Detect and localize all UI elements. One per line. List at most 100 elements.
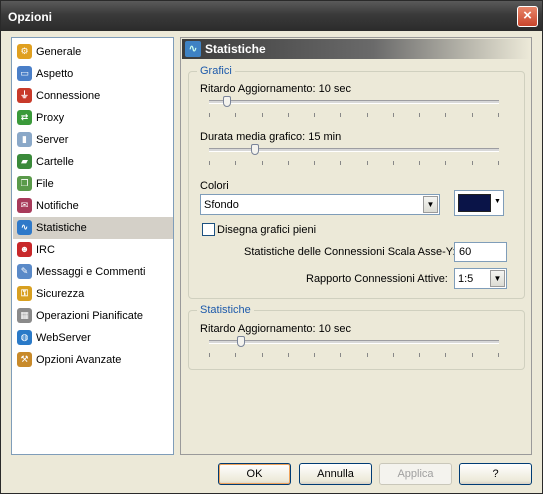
sidebar-item-connessione[interactable]: ⏚ Connessione xyxy=(13,85,173,107)
stats-refresh-slider[interactable] xyxy=(209,336,499,362)
slider-tick xyxy=(445,353,446,357)
slider-tick xyxy=(262,113,263,117)
sidebar-item-label: Server xyxy=(36,134,69,146)
slider-tick xyxy=(367,161,368,165)
lock-icon: ⚿ xyxy=(17,286,32,301)
sidebar-item-label: IRC xyxy=(36,244,55,256)
title-bar[interactable]: Opzioni × xyxy=(1,1,542,31)
monitor-icon: ▭ xyxy=(17,66,32,81)
sidebar-item-label: Notifiche xyxy=(36,200,79,212)
sidebar-item-label: Operazioni Pianificate xyxy=(36,310,144,322)
globe-icon: ◍ xyxy=(17,330,32,345)
sidebar-item-label: Statistiche xyxy=(36,222,87,234)
slider-thumb[interactable] xyxy=(223,96,231,107)
slider-tick xyxy=(367,113,368,117)
sidebar-item-irc[interactable]: ☻ IRC xyxy=(13,239,173,261)
colors-label: Colori xyxy=(200,180,229,192)
fill-graphs-checkbox[interactable] xyxy=(202,223,215,236)
colors-select[interactable]: Sfondo ▼ xyxy=(200,194,440,215)
color-picker-button[interactable]: ▼ xyxy=(454,190,504,216)
active-ratio-value: 1:5 xyxy=(458,273,474,285)
chevron-down-icon[interactable]: ▼ xyxy=(423,196,438,213)
slider-tick xyxy=(340,113,341,117)
slider-tick xyxy=(419,353,420,357)
slider-tick xyxy=(340,161,341,165)
sidebar-list: ⚙ Generale ▭ Aspetto ⏚ Connessione ⇄ Proxy ▮ Serv… xyxy=(11,37,174,455)
statistics-icon: ∿ xyxy=(17,220,32,235)
slider-tick xyxy=(314,353,315,357)
slider-tick xyxy=(393,353,394,357)
active-ratio-label: Rapporto Connessioni Attive: xyxy=(306,273,448,285)
graph-duration-label: Durata media grafico: 15 min xyxy=(200,131,342,143)
chevron-down-icon[interactable]: ▼ xyxy=(490,270,505,287)
notification-icon: ✉ xyxy=(17,198,32,213)
y-axis-scale-label: Statistiche delle Connessioni Scala Asse… xyxy=(244,246,456,258)
sidebar-item-server[interactable]: ▮ Server xyxy=(13,129,173,151)
statistiche-group: Statistiche Ritardo Aggiornamento: 10 se… xyxy=(188,304,525,370)
y-axis-scale-field[interactable] xyxy=(455,243,506,261)
slider-tick xyxy=(498,161,499,165)
sidebar-item-label: Sicurezza xyxy=(36,288,85,300)
apply-button[interactable]: Applica xyxy=(379,463,452,485)
sidebar-item-label: Opzioni Avanzate xyxy=(36,354,122,366)
sidebar-item-label: Generale xyxy=(36,46,82,58)
slider-tick xyxy=(419,113,420,117)
slider-tick xyxy=(209,161,210,165)
slider-tick xyxy=(288,113,289,117)
refresh-delay-slider[interactable] xyxy=(209,96,499,122)
graph-duration-slider[interactable] xyxy=(209,144,499,170)
sidebar-item-label: Proxy xyxy=(36,112,65,124)
close-button[interactable]: × xyxy=(517,6,538,27)
fill-graphs-label: Disegna grafici pieni xyxy=(217,224,317,236)
slider-tick xyxy=(235,353,236,357)
sidebar-item-file[interactable]: ❐ File xyxy=(13,173,173,195)
sidebar-item-opzioni-avanzate[interactable]: ⚒ Opzioni Avanzate xyxy=(13,349,173,371)
sidebar-item-label: Cartelle xyxy=(36,156,74,168)
sidebar-item-aspetto[interactable]: ▭ Aspetto xyxy=(13,63,173,85)
slider-tick xyxy=(419,161,420,165)
sidebar-item-notifiche[interactable]: ✉ Notifiche xyxy=(13,195,173,217)
slider-tick xyxy=(340,353,341,357)
messages-icon: ✎ xyxy=(17,264,32,279)
panel-header: ∿ Statistiche xyxy=(182,39,530,59)
settings-panel: ∿ Statistiche Grafici Ritardo Aggiorname… xyxy=(180,37,532,455)
slider-tick xyxy=(472,161,473,165)
slider-thumb[interactable] xyxy=(251,144,259,155)
panel-title: Statistiche xyxy=(205,42,266,56)
options-window: Opzioni × ⚙ Generale ▭ Aspetto ⏚ Connessione ⇄… xyxy=(0,0,543,494)
slider-tick xyxy=(262,353,263,357)
slider-tick xyxy=(209,113,210,117)
sidebar-item-label: WebServer xyxy=(36,332,91,344)
sidebar-item-operazioni-pianificate[interactable]: ▦ Operazioni Pianificate xyxy=(13,305,173,327)
ok-button[interactable]: OK xyxy=(218,463,291,485)
sidebar-item-label: Aspetto xyxy=(36,68,74,80)
slider-tick xyxy=(235,113,236,117)
sidebar-item-generale[interactable]: ⚙ Generale xyxy=(13,41,173,63)
colors-select-value: Sfondo xyxy=(204,199,239,211)
server-icon: ▮ xyxy=(17,132,32,147)
sidebar-item-label: Messaggi e Commenti xyxy=(36,266,146,278)
sidebar-item-sicurezza[interactable]: ⚿ Sicurezza xyxy=(13,283,173,305)
slider-tick xyxy=(393,161,394,165)
sidebar-item-webserver[interactable]: ◍ WebServer xyxy=(13,327,173,349)
sidebar-item-proxy[interactable]: ⇄ Proxy xyxy=(13,107,173,129)
active-ratio-select[interactable]: 1:5 ▼ xyxy=(454,268,507,289)
slider-tick xyxy=(288,353,289,357)
slider-tick xyxy=(367,353,368,357)
slider-tick xyxy=(472,113,473,117)
sidebar-item-statistiche[interactable]: ∿ Statistiche xyxy=(13,217,173,239)
close-icon: × xyxy=(523,7,532,24)
slider-tick xyxy=(498,353,499,357)
help-button[interactable]: ? xyxy=(459,463,532,485)
calendar-icon: ▦ xyxy=(17,308,32,323)
slider-tick xyxy=(445,161,446,165)
slider-thumb[interactable] xyxy=(237,336,245,347)
cancel-button[interactable]: Annulla xyxy=(299,463,372,485)
sidebar-item-label: Connessione xyxy=(36,90,101,102)
slider-tick xyxy=(262,161,263,165)
y-axis-scale-input[interactable] xyxy=(454,242,507,262)
sidebar-item-cartelle[interactable]: ▰ Cartelle xyxy=(13,151,173,173)
slider-track xyxy=(209,100,499,104)
sidebar-item-messaggi-e-commenti[interactable]: ✎ Messaggi e Commenti xyxy=(13,261,173,283)
slider-tick xyxy=(498,113,499,117)
